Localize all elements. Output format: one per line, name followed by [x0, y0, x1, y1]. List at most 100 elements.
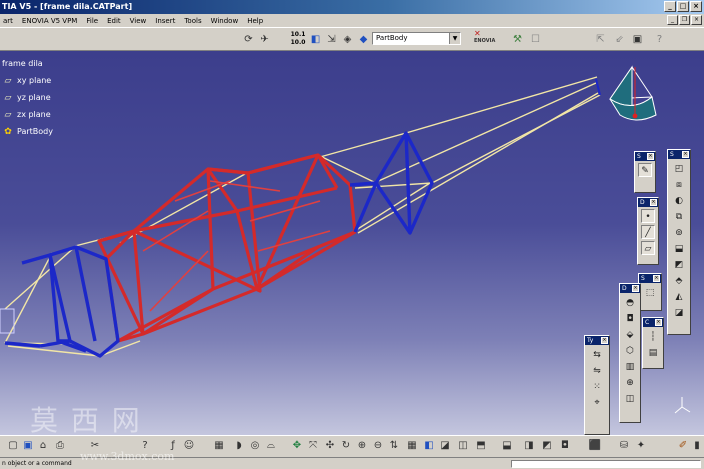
- analysis-icon[interactable]: ⬛: [588, 439, 602, 453]
- chevron-down-icon[interactable]: ▼: [449, 33, 460, 44]
- zoom-in-icon[interactable]: ⊕: [355, 439, 369, 453]
- tree-item-yz-plane[interactable]: ⏥ yz plane: [2, 89, 53, 106]
- pan-icon[interactable]: ✥: [290, 439, 304, 453]
- sketch-icon[interactable]: ✎: [638, 163, 652, 177]
- hole-icon[interactable]: ⊚: [672, 225, 686, 239]
- thickness-icon[interactable]: ▥: [623, 359, 637, 373]
- loft-icon[interactable]: ⬘: [672, 273, 686, 287]
- new-icon[interactable]: ▢: [6, 439, 20, 453]
- panel-title[interactable]: S ×: [639, 274, 661, 283]
- render-icon[interactable]: ⛁: [617, 439, 631, 453]
- spec-view-icon[interactable]: ◘: [558, 439, 572, 453]
- pan-view-icon[interactable]: ✣: [323, 439, 337, 453]
- menu-edit[interactable]: Edit: [104, 17, 127, 25]
- 3d-viewport[interactable]: frame dila ⏥ xy plane ⏥ yz plane ⏥ zx pl…: [0, 51, 704, 435]
- paint-icon[interactable]: ✐: [676, 439, 690, 453]
- normal-view-icon[interactable]: ⇲: [324, 32, 339, 47]
- enovia-logo[interactable]: ✕ ENOVIA: [474, 30, 495, 45]
- panel-title[interactable]: S ×: [635, 152, 655, 161]
- sketch-tool-icon[interactable]: ⇱: [593, 32, 608, 47]
- material-icon[interactable]: ◨: [522, 439, 536, 453]
- view-mode-icon[interactable]: ◆: [356, 32, 371, 47]
- pad-icon[interactable]: ◰: [672, 161, 686, 175]
- measure-icon[interactable]: ⇙: [612, 32, 627, 47]
- shading-mode-icon[interactable]: ◪: [438, 439, 452, 453]
- insert-body-icon[interactable]: ▣: [630, 32, 645, 47]
- plane-tool-icon[interactable]: ▱: [641, 241, 655, 255]
- save-icon[interactable]: ▣: [21, 439, 35, 453]
- help-icon[interactable]: ?: [652, 32, 667, 47]
- menu-tools[interactable]: Tools: [181, 17, 207, 25]
- panel-title[interactable]: S ×: [668, 150, 690, 159]
- draft-icon[interactable]: ⬙: [623, 327, 637, 341]
- hide-show-icon[interactable]: ◫: [456, 439, 470, 453]
- panel-title[interactable]: Ty ×: [585, 336, 609, 345]
- close-icon[interactable]: ×: [690, 1, 702, 12]
- knowledge-icon[interactable]: ☺: [182, 439, 196, 453]
- slot-icon[interactable]: ◩: [672, 257, 686, 271]
- compass-tool-icon[interactable]: ⚒: [510, 32, 525, 47]
- close-icon[interactable]: ×: [655, 319, 662, 326]
- pattern-icon[interactable]: ⁙: [590, 379, 604, 393]
- remove-face-icon[interactable]: ◫: [623, 391, 637, 405]
- select-icon[interactable]: ⬚: [643, 285, 657, 299]
- fly-mode-icon[interactable]: ✈: [257, 32, 272, 47]
- shaft-icon[interactable]: ◐: [672, 193, 686, 207]
- doc-close-icon[interactable]: ×: [691, 15, 702, 25]
- swap-space-icon[interactable]: ⬒: [474, 439, 488, 453]
- rib-icon[interactable]: ⬓: [672, 241, 686, 255]
- normal-view-icon[interactable]: ⇅: [387, 439, 401, 453]
- remove-loft-icon[interactable]: ◭: [672, 289, 686, 303]
- menu-window[interactable]: Window: [208, 17, 245, 25]
- panel-title[interactable]: D ×: [620, 284, 640, 293]
- menu-file[interactable]: File: [83, 17, 104, 25]
- union-icon[interactable]: ⌓: [264, 439, 278, 453]
- print-icon[interactable]: ⎙: [53, 439, 67, 453]
- doc-restore-icon[interactable]: ❐: [679, 15, 690, 25]
- iso-view-icon[interactable]: ◧: [422, 439, 436, 453]
- constraint-icon[interactable]: ┆: [646, 329, 660, 343]
- open-icon[interactable]: ⌂: [36, 439, 50, 453]
- cube-icon[interactable]: ◧: [308, 32, 323, 47]
- apply-color-icon[interactable]: ▮: [690, 439, 704, 453]
- assemble-icon[interactable]: ◎: [248, 439, 262, 453]
- close-icon[interactable]: ×: [682, 151, 689, 158]
- scale-indicator[interactable]: 10.1 10.0: [290, 31, 306, 47]
- chamfer-icon[interactable]: ◘: [623, 311, 637, 325]
- part-body-select[interactable]: PartBody ▼: [372, 32, 461, 45]
- rotate-icon[interactable]: ⟳: [241, 32, 256, 47]
- groove-icon[interactable]: ⧉: [672, 209, 686, 223]
- command-input[interactable]: [511, 460, 701, 468]
- cut-view-icon[interactable]: ⬓: [500, 439, 514, 453]
- catalog-icon[interactable]: ▦: [212, 439, 226, 453]
- tree-item-zx-plane[interactable]: ⏥ zx plane: [2, 106, 53, 123]
- menu-start[interactable]: art: [0, 17, 19, 25]
- shell-icon[interactable]: ⬡: [623, 343, 637, 357]
- menu-view[interactable]: View: [127, 17, 153, 25]
- fillet-icon[interactable]: ◓: [623, 295, 637, 309]
- menu-insert[interactable]: Insert: [152, 17, 181, 25]
- rotate-view-icon[interactable]: ↻: [339, 439, 353, 453]
- pocket-icon[interactable]: ⧈: [672, 177, 686, 191]
- light-icon[interactable]: ✦: [634, 439, 648, 453]
- close-icon[interactable]: ×: [632, 285, 639, 292]
- maximize-icon[interactable]: □: [677, 1, 689, 12]
- doc-minimize-icon[interactable]: _: [667, 15, 678, 25]
- close-icon[interactable]: ×: [653, 275, 660, 282]
- line-icon[interactable]: ╱: [641, 225, 655, 239]
- panel-title[interactable]: D ×: [638, 198, 658, 207]
- point-icon[interactable]: •: [641, 209, 655, 223]
- boolean-icon[interactable]: ◗: [232, 439, 246, 453]
- thread-icon[interactable]: ⊕: [623, 375, 637, 389]
- constraint-box-icon[interactable]: ▤: [646, 345, 660, 359]
- mirror-icon[interactable]: ⇋: [590, 363, 604, 377]
- zoom-out-icon[interactable]: ⊖: [371, 439, 385, 453]
- tree-item-partbody[interactable]: ✿ PartBody: [2, 123, 53, 140]
- translate-icon[interactable]: ⇆: [590, 347, 604, 361]
- panel-title[interactable]: C ×: [643, 318, 663, 327]
- stiffener-icon[interactable]: ◪: [672, 305, 686, 319]
- shading-icon[interactable]: ◈: [340, 32, 355, 47]
- close-icon[interactable]: ×: [647, 153, 654, 160]
- fit-all-icon[interactable]: ⤧: [306, 439, 320, 453]
- scaling-icon[interactable]: ⌖: [590, 395, 604, 409]
